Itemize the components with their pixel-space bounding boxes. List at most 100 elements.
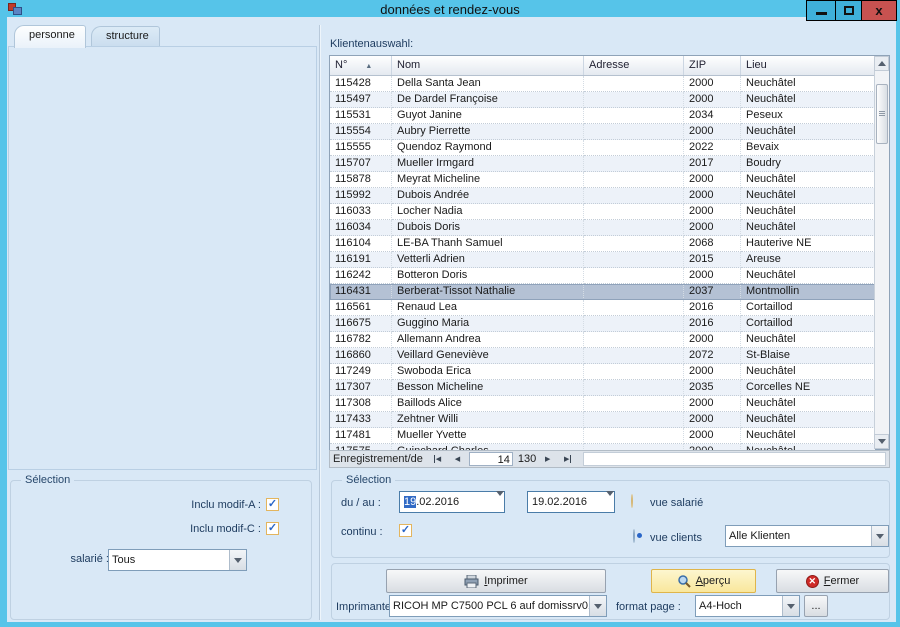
- table-cell: Neuchâtel: [741, 332, 875, 348]
- table-cell: 2000: [684, 364, 741, 380]
- klienten-scroll-thumb[interactable]: [876, 84, 888, 144]
- nav-previous-button[interactable]: ◀: [449, 452, 466, 466]
- table-row[interactable]: 116431Berberat-Tissot Nathalie2037Montmo…: [330, 284, 875, 300]
- column-header-adresse[interactable]: Adresse: [584, 56, 684, 75]
- scroll-up-button[interactable]: [874, 56, 889, 71]
- nav-previous-icon: ◀: [455, 455, 460, 463]
- table-row[interactable]: 115497De Dardel Françoise2000Neuchâtel: [330, 92, 875, 108]
- imprimante-select[interactable]: RICOH MP C7500 PCL 6 auf domissrv01 (um: [389, 595, 607, 617]
- close-icon: x: [875, 3, 882, 18]
- continu-checkbox[interactable]: ✓: [399, 524, 412, 537]
- table-cell: 116033: [330, 204, 392, 220]
- table-cell: [584, 156, 684, 172]
- fermer-button[interactable]: ✕ Fermer: [776, 569, 889, 593]
- scroll-down-icon: [878, 439, 886, 444]
- table-row[interactable]: 117249Swoboda Erica2000Neuchâtel: [330, 364, 875, 380]
- vue-salarie-radio[interactable]: [631, 494, 633, 508]
- table-cell: Areuse: [741, 252, 875, 268]
- table-row[interactable]: 115554Aubry Pierrette2000Neuchâtel: [330, 124, 875, 140]
- chevron-down-icon[interactable]: [589, 596, 606, 616]
- nav-first-button[interactable]: ◀: [429, 452, 446, 466]
- table-cell: 2000: [684, 188, 741, 204]
- table-cell: 117307: [330, 380, 392, 396]
- table-cell: [584, 428, 684, 444]
- close-button[interactable]: x: [861, 0, 897, 21]
- minimize-icon: [816, 12, 827, 15]
- record-number-input[interactable]: 14: [469, 452, 513, 466]
- date-to-picker[interactable]: 19.02.2016: [527, 491, 615, 513]
- format-page-value: A4-Hoch: [696, 600, 782, 612]
- chevron-down-icon[interactable]: [606, 496, 614, 508]
- table-row[interactable]: 115707Mueller Irmgard2017Boudry: [330, 156, 875, 172]
- chevron-down-icon[interactable]: [871, 526, 888, 546]
- table-row[interactable]: 116782Allemann Andrea2000Neuchâtel: [330, 332, 875, 348]
- table-cell: 2068: [684, 236, 741, 252]
- nav-next-button[interactable]: ▶: [539, 452, 556, 466]
- chevron-down-icon[interactable]: [782, 596, 799, 616]
- table-row[interactable]: 115531Guyot Janine2034Peseux: [330, 108, 875, 124]
- table-cell: Vetterli Adrien: [392, 252, 584, 268]
- column-header-zip[interactable]: ZIP: [684, 56, 741, 75]
- salarie-select[interactable]: Tous: [108, 549, 247, 571]
- klienten-vertical-scrollbar[interactable]: [874, 56, 889, 449]
- table-cell: [584, 188, 684, 204]
- date-to-value: 19.02.2016: [528, 496, 606, 508]
- imprimante-value: RICOH MP C7500 PCL 6 auf domissrv01 (um: [390, 600, 589, 612]
- table-cell: Baillods Alice: [392, 396, 584, 412]
- table-row[interactable]: 117308Baillods Alice2000Neuchâtel: [330, 396, 875, 412]
- table-row[interactable]: 116033Locher Nadia2000Neuchâtel: [330, 204, 875, 220]
- nav-last-button[interactable]: ▶: [559, 452, 576, 466]
- table-row[interactable]: 115428Della Santa Jean2000Neuchâtel: [330, 76, 875, 92]
- table-cell: Zehtner Willi: [392, 412, 584, 428]
- table-row[interactable]: 116561Renaud Lea2016Cortaillod: [330, 300, 875, 316]
- table-row[interactable]: 116242Botteron Doris2000Neuchâtel: [330, 268, 875, 284]
- nav-next-icon: ▶: [545, 455, 550, 463]
- maximize-button[interactable]: [835, 0, 862, 21]
- table-cell: Mueller Yvette: [392, 428, 584, 444]
- table-cell: 115497: [330, 92, 392, 108]
- table-row[interactable]: 116104LE-BA Thanh Samuel2068Hauterive NE: [330, 236, 875, 252]
- column-header-lieu[interactable]: Lieu: [741, 56, 875, 75]
- table-cell: Della Santa Jean: [392, 76, 584, 92]
- chevron-down-icon[interactable]: [496, 496, 504, 508]
- table-row[interactable]: 116034Dubois Doris2000Neuchâtel: [330, 220, 875, 236]
- scroll-down-button[interactable]: [874, 434, 889, 449]
- chevron-down-icon[interactable]: [229, 550, 246, 570]
- table-row[interactable]: 117307Besson Micheline2035Corcelles NE: [330, 380, 875, 396]
- table-row[interactable]: 116675Guggino Maria2016Cortaillod: [330, 316, 875, 332]
- column-header-nom[interactable]: Nom: [392, 56, 584, 75]
- table-row[interactable]: 116860Veillard Geneviève2072St-Blaise: [330, 348, 875, 364]
- table-cell: Montmollin: [741, 284, 875, 300]
- table-row[interactable]: 117433Zehtner Willi2000Neuchâtel: [330, 412, 875, 428]
- table-cell: Allemann Andrea: [392, 332, 584, 348]
- modif-a-checkbox[interactable]: ✓: [266, 498, 279, 511]
- minimize-button[interactable]: [806, 0, 836, 21]
- date-from-picker[interactable]: 19.02.2016: [399, 491, 505, 513]
- group-title: Sélection: [342, 474, 395, 486]
- table-cell: [584, 172, 684, 188]
- table-cell: 115992: [330, 188, 392, 204]
- tab-personne[interactable]: personne: [14, 25, 86, 48]
- table-row[interactable]: 115878Meyrat Micheline2000Neuchâtel: [330, 172, 875, 188]
- apercu-button[interactable]: Aperçu: [651, 569, 756, 593]
- tab-structure[interactable]: structure: [91, 26, 160, 48]
- vue-clients-radio[interactable]: [633, 529, 635, 543]
- table-cell: Neuchâtel: [741, 124, 875, 140]
- table-row[interactable]: 115992Dubois Andrée2000Neuchâtel: [330, 188, 875, 204]
- table-cell: Locher Nadia: [392, 204, 584, 220]
- scroll-up-icon: [878, 61, 886, 66]
- table-cell: 2000: [684, 92, 741, 108]
- table-cell: 2037: [684, 284, 741, 300]
- format-page-select[interactable]: A4-Hoch: [695, 595, 800, 617]
- table-row[interactable]: 115555Quendoz Raymond2022Bevaix: [330, 140, 875, 156]
- actions-group: Imprimer Aperçu ✕ Fermer Imprimante RICO…: [331, 563, 890, 620]
- imprimer-button[interactable]: Imprimer: [386, 569, 606, 593]
- column-header-n[interactable]: N°▲: [330, 56, 392, 75]
- clients-filter-select[interactable]: Alle Klienten: [725, 525, 889, 547]
- modif-c-checkbox[interactable]: ✓: [266, 522, 279, 535]
- table-row[interactable]: 117481Mueller Yvette2000Neuchâtel: [330, 428, 875, 444]
- table-row[interactable]: 116191Vetterli Adrien2015Areuse: [330, 252, 875, 268]
- table-cell: 116860: [330, 348, 392, 364]
- table-cell: Neuchâtel: [741, 92, 875, 108]
- browse-button[interactable]: ...: [804, 595, 828, 617]
